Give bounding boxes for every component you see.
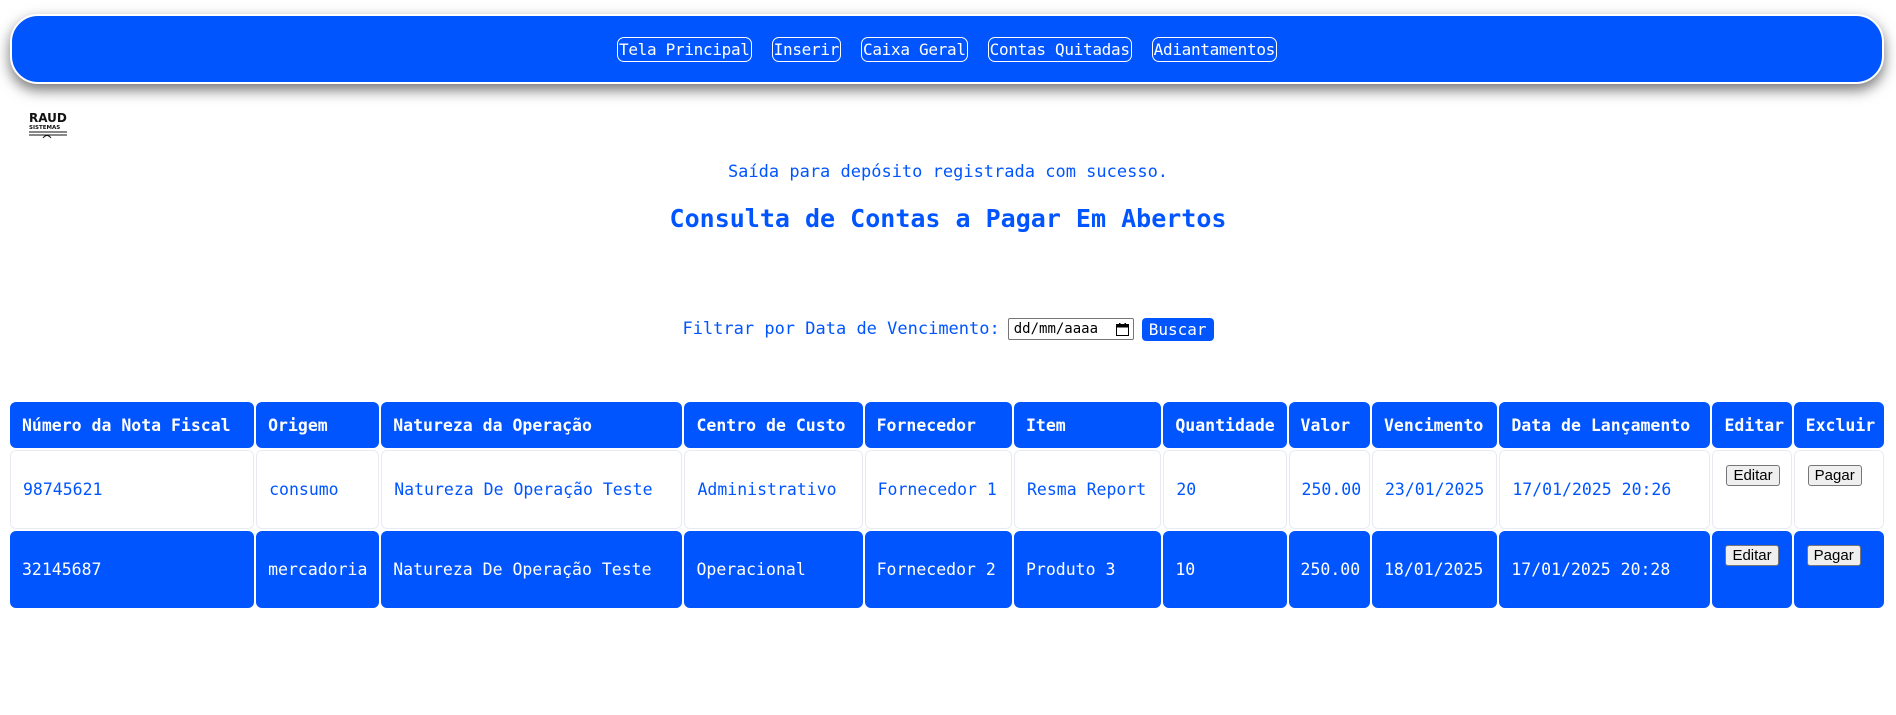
header-nota-fiscal: Número da Nota Fiscal <box>10 402 255 448</box>
nav-caixa-geral[interactable]: Caixa Geral <box>861 36 968 62</box>
cell-data-lancamento: 17/01/2025 20:26 <box>1499 450 1711 529</box>
header-excluir: Excluir <box>1793 402 1884 448</box>
pay-button[interactable]: Pagar <box>1807 465 1862 486</box>
cell-quantidade: 10 <box>1163 531 1287 608</box>
cell-vencimento: 18/01/2025 <box>1371 531 1498 608</box>
date-placeholder: dd/mm/aaaa <box>1013 321 1099 337</box>
header-item: Item <box>1013 402 1162 448</box>
success-message: Saída para depósito registrada com suces… <box>727 162 1169 182</box>
header-origem: Origem <box>256 402 380 448</box>
pay-button[interactable]: Pagar <box>1806 545 1861 566</box>
due-date-input[interactable]: dd/mm/aaaa <box>1007 318 1134 340</box>
accounts-table: Número da Nota Fiscal Origem Natureza da… <box>8 400 1886 610</box>
cell-valor: 250.00 <box>1288 450 1370 529</box>
cell-centro-custo: Operacional <box>684 531 863 608</box>
header-editar: Editar <box>1712 402 1792 448</box>
header-fornecedor: Fornecedor <box>864 402 1012 448</box>
header-quantidade: Quantidade <box>1163 402 1287 448</box>
cell-excluir: Pagar <box>1793 531 1884 608</box>
raud-logo-icon: RAUD SISTEMAS <box>29 111 67 139</box>
cell-fornecedor: Fornecedor 1 <box>864 450 1012 529</box>
cell-editar: Editar <box>1712 531 1792 608</box>
cell-vencimento: 23/01/2025 <box>1371 450 1498 529</box>
top-navbar: Tela Principal Inserir Caixa Geral Conta… <box>10 14 1884 84</box>
svg-text:SISTEMAS: SISTEMAS <box>29 125 60 131</box>
nav-inserir[interactable]: Inserir <box>771 36 841 62</box>
cell-natureza: Natureza De Operação Teste <box>381 450 683 529</box>
filter-label: Filtrar por Data de Vencimento: <box>682 319 1000 339</box>
cell-valor: 250.00 <box>1288 531 1370 608</box>
cell-natureza: Natureza De Operação Teste <box>381 531 683 608</box>
header-centro-custo: Centro de Custo <box>684 402 863 448</box>
table-row: 98745621 consumo Natureza De Operação Te… <box>10 450 1884 529</box>
cell-nota-fiscal: 98745621 <box>10 450 255 529</box>
page-title: Consulta de Contas a Pagar Em Abertos <box>669 204 1227 233</box>
svg-text:RAUD: RAUD <box>29 111 67 125</box>
table-row: 32145687 mercadoria Natureza De Operação… <box>10 531 1884 608</box>
nav-tela-principal[interactable]: Tela Principal <box>616 36 752 62</box>
header-data-lancamento: Data de Lançamento <box>1499 402 1711 448</box>
search-button[interactable]: Buscar <box>1141 317 1214 341</box>
header-vencimento: Vencimento <box>1371 402 1498 448</box>
cell-quantidade: 20 <box>1163 450 1287 529</box>
cell-item: Resma Report <box>1013 450 1162 529</box>
cell-fornecedor: Fornecedor 2 <box>864 531 1012 608</box>
header-valor: Valor <box>1288 402 1370 448</box>
edit-button[interactable]: Editar <box>1725 545 1779 566</box>
cell-centro-custo: Administrativo <box>684 450 863 529</box>
date-filter: Filtrar por Data de Vencimento: dd/mm/aa… <box>0 316 1896 342</box>
cell-data-lancamento: 17/01/2025 20:28 <box>1499 531 1711 608</box>
cell-excluir: Pagar <box>1793 450 1884 529</box>
header-natureza: Natureza da Operação <box>381 402 683 448</box>
calendar-icon[interactable] <box>1115 322 1129 336</box>
edit-button[interactable]: Editar <box>1726 465 1780 486</box>
cell-item: Produto 3 <box>1013 531 1162 608</box>
cell-origem: mercadoria <box>256 531 380 608</box>
cell-origem: consumo <box>256 450 380 529</box>
cell-editar: Editar <box>1712 450 1792 529</box>
table-header-row: Número da Nota Fiscal Origem Natureza da… <box>10 402 1884 448</box>
cell-nota-fiscal: 32145687 <box>10 531 255 608</box>
nav-contas-quitadas[interactable]: Contas Quitadas <box>987 36 1132 62</box>
nav-adiantamentos[interactable]: Adiantamentos <box>1151 36 1277 62</box>
